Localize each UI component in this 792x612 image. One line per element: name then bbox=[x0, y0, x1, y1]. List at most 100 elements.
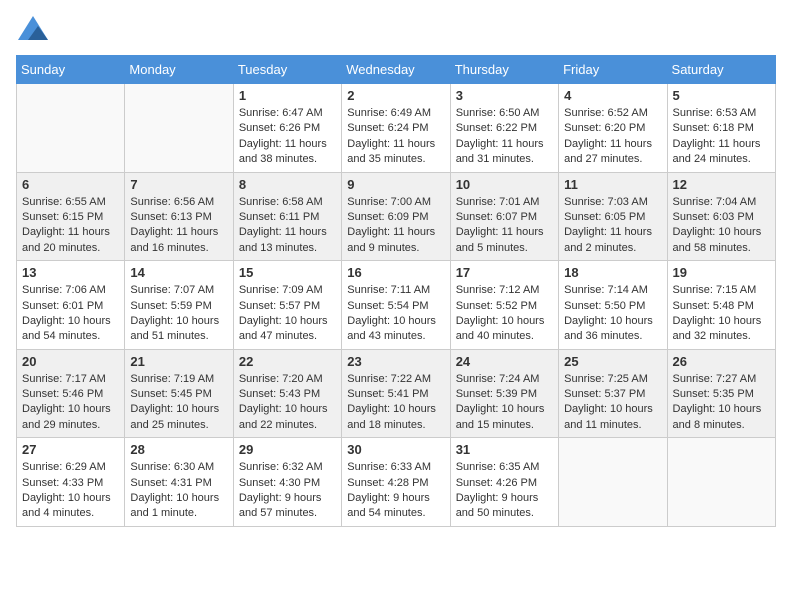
calendar-week-row: 6Sunrise: 6:55 AMSunset: 6:15 PMDaylight… bbox=[17, 172, 776, 261]
cell-info: Sunrise: 6:33 AMSunset: 4:28 PMDaylight:… bbox=[347, 460, 444, 522]
day-number: 21 bbox=[130, 354, 227, 369]
calendar-cell: 16 Sunrise: 7:11 AMSunset: 5:54 PMDayligh… bbox=[342, 261, 450, 350]
calendar-cell: 25 Sunrise: 7:25 AMSunset: 5:37 PMDayligh… bbox=[559, 349, 667, 438]
cell-info: Sunrise: 7:17 AMSunset: 5:46 PMDaylight:… bbox=[22, 372, 119, 434]
day-number: 17 bbox=[456, 265, 553, 280]
day-number: 9 bbox=[347, 177, 444, 192]
day-header-monday: Monday bbox=[125, 56, 233, 84]
calendar-cell: 27 Sunrise: 6:29 AMSunset: 4:33 PMDayligh… bbox=[17, 438, 125, 527]
calendar-cell: 9 Sunrise: 7:00 AMSunset: 6:09 PMDaylight… bbox=[342, 172, 450, 261]
calendar-cell: 8 Sunrise: 6:58 AMSunset: 6:11 PMDaylight… bbox=[233, 172, 341, 261]
cell-info: Sunrise: 7:27 AMSunset: 5:35 PMDaylight:… bbox=[673, 372, 770, 434]
cell-info: Sunrise: 6:29 AMSunset: 4:33 PMDaylight:… bbox=[22, 460, 119, 522]
calendar-cell: 26 Sunrise: 7:27 AMSunset: 5:35 PMDayligh… bbox=[667, 349, 775, 438]
cell-info: Sunrise: 7:06 AMSunset: 6:01 PMDaylight:… bbox=[22, 283, 119, 345]
day-number: 1 bbox=[239, 88, 336, 103]
calendar-cell: 20 Sunrise: 7:17 AMSunset: 5:46 PMDayligh… bbox=[17, 349, 125, 438]
day-header-saturday: Saturday bbox=[667, 56, 775, 84]
day-header-wednesday: Wednesday bbox=[342, 56, 450, 84]
day-number: 4 bbox=[564, 88, 661, 103]
day-number: 16 bbox=[347, 265, 444, 280]
day-number: 22 bbox=[239, 354, 336, 369]
calendar-cell: 28 Sunrise: 6:30 AMSunset: 4:31 PMDayligh… bbox=[125, 438, 233, 527]
day-number: 7 bbox=[130, 177, 227, 192]
calendar-cell: 10 Sunrise: 7:01 AMSunset: 6:07 PMDayligh… bbox=[450, 172, 558, 261]
calendar-header-row: SundayMondayTuesdayWednesdayThursdayFrid… bbox=[17, 56, 776, 84]
calendar-cell: 15 Sunrise: 7:09 AMSunset: 5:57 PMDayligh… bbox=[233, 261, 341, 350]
logo bbox=[16, 16, 48, 45]
logo-icon bbox=[18, 16, 48, 40]
cell-info: Sunrise: 7:25 AMSunset: 5:37 PMDaylight:… bbox=[564, 372, 661, 434]
calendar-cell: 2Sunrise: 6:49 AMSunset: 6:24 PMDaylight… bbox=[342, 84, 450, 173]
day-number: 31 bbox=[456, 442, 553, 457]
cell-info: Sunrise: 6:56 AMSunset: 6:13 PMDaylight:… bbox=[130, 195, 227, 257]
calendar-week-row: 20 Sunrise: 7:17 AMSunset: 5:46 PMDayligh… bbox=[17, 349, 776, 438]
calendar-cell: 24 Sunrise: 7:24 AMSunset: 5:39 PMDayligh… bbox=[450, 349, 558, 438]
calendar-cell: 17 Sunrise: 7:12 AMSunset: 5:52 PMDayligh… bbox=[450, 261, 558, 350]
cell-info: Sunrise: 7:24 AMSunset: 5:39 PMDaylight:… bbox=[456, 372, 553, 434]
calendar-cell: 31 Sunrise: 6:35 AMSunset: 4:26 PMDayligh… bbox=[450, 438, 558, 527]
day-number: 26 bbox=[673, 354, 770, 369]
calendar-cell: 29Sunrise: 6:32 AMSunset: 4:30 PMDayligh… bbox=[233, 438, 341, 527]
day-number: 12 bbox=[673, 177, 770, 192]
cell-info: Sunrise: 7:14 AMSunset: 5:50 PMDaylight:… bbox=[564, 283, 661, 345]
page-header bbox=[16, 16, 776, 45]
calendar-cell: 4 Sunrise: 6:52 AMSunset: 6:20 PMDaylight… bbox=[559, 84, 667, 173]
cell-info: Sunrise: 7:00 AMSunset: 6:09 PMDaylight:… bbox=[347, 195, 444, 257]
day-number: 8 bbox=[239, 177, 336, 192]
calendar-cell: 5Sunrise: 6:53 AMSunset: 6:18 PMDaylight… bbox=[667, 84, 775, 173]
calendar-cell: 13 Sunrise: 7:06 AMSunset: 6:01 PMDayligh… bbox=[17, 261, 125, 350]
day-number: 5 bbox=[673, 88, 770, 103]
day-number: 18 bbox=[564, 265, 661, 280]
day-number: 23 bbox=[347, 354, 444, 369]
day-number: 25 bbox=[564, 354, 661, 369]
cell-info: Sunrise: 7:15 AMSunset: 5:48 PMDaylight:… bbox=[673, 283, 770, 345]
calendar-cell: 18 Sunrise: 7:14 AMSunset: 5:50 PMDayligh… bbox=[559, 261, 667, 350]
day-number: 13 bbox=[22, 265, 119, 280]
calendar-cell: 21 Sunrise: 7:19 AMSunset: 5:45 PMDayligh… bbox=[125, 349, 233, 438]
cell-info: Sunrise: 7:01 AMSunset: 6:07 PMDaylight:… bbox=[456, 195, 553, 257]
calendar-cell: 22 Sunrise: 7:20 AMSunset: 5:43 PMDayligh… bbox=[233, 349, 341, 438]
calendar-cell bbox=[17, 84, 125, 173]
calendar-cell: 14 Sunrise: 7:07 AMSunset: 5:59 PMDayligh… bbox=[125, 261, 233, 350]
day-number: 28 bbox=[130, 442, 227, 457]
cell-info: Sunrise: 7:20 AMSunset: 5:43 PMDaylight:… bbox=[239, 372, 336, 434]
calendar-cell: 11 Sunrise: 7:03 AMSunset: 6:05 PMDayligh… bbox=[559, 172, 667, 261]
cell-info: Sunrise: 6:30 AMSunset: 4:31 PMDaylight:… bbox=[130, 460, 227, 522]
calendar-cell bbox=[667, 438, 775, 527]
cell-info: Sunrise: 7:22 AMSunset: 5:41 PMDaylight:… bbox=[347, 372, 444, 434]
day-number: 11 bbox=[564, 177, 661, 192]
calendar-cell bbox=[125, 84, 233, 173]
calendar-week-row: 1 Sunrise: 6:47 AMSunset: 6:26 PMDaylight… bbox=[17, 84, 776, 173]
day-number: 20 bbox=[22, 354, 119, 369]
day-number: 24 bbox=[456, 354, 553, 369]
cell-info: Sunrise: 7:09 AMSunset: 5:57 PMDaylight:… bbox=[239, 283, 336, 345]
day-number: 10 bbox=[456, 177, 553, 192]
calendar-cell: 30Sunrise: 6:33 AMSunset: 4:28 PMDayligh… bbox=[342, 438, 450, 527]
calendar-week-row: 27 Sunrise: 6:29 AMSunset: 4:33 PMDayligh… bbox=[17, 438, 776, 527]
cell-info: Sunrise: 7:11 AMSunset: 5:54 PMDaylight:… bbox=[347, 283, 444, 345]
day-header-tuesday: Tuesday bbox=[233, 56, 341, 84]
cell-info: Sunrise: 7:19 AMSunset: 5:45 PMDaylight:… bbox=[130, 372, 227, 434]
calendar-cell: 6Sunrise: 6:55 AMSunset: 6:15 PMDaylight… bbox=[17, 172, 125, 261]
day-number: 27 bbox=[22, 442, 119, 457]
day-number: 14 bbox=[130, 265, 227, 280]
cell-info: Sunrise: 7:04 AMSunset: 6:03 PMDaylight:… bbox=[673, 195, 770, 257]
cell-info: Sunrise: 6:47 AMSunset: 6:26 PMDaylight:… bbox=[239, 106, 336, 168]
cell-info: Sunrise: 6:58 AMSunset: 6:11 PMDaylight:… bbox=[239, 195, 336, 257]
day-number: 15 bbox=[239, 265, 336, 280]
cell-info: Sunrise: 6:50 AMSunset: 6:22 PMDaylight:… bbox=[456, 106, 553, 168]
day-header-thursday: Thursday bbox=[450, 56, 558, 84]
cell-info: Sunrise: 7:03 AMSunset: 6:05 PMDaylight:… bbox=[564, 195, 661, 257]
calendar-cell: 23 Sunrise: 7:22 AMSunset: 5:41 PMDayligh… bbox=[342, 349, 450, 438]
day-header-sunday: Sunday bbox=[17, 56, 125, 84]
calendar-cell: 12 Sunrise: 7:04 AMSunset: 6:03 PMDayligh… bbox=[667, 172, 775, 261]
calendar-cell bbox=[559, 438, 667, 527]
cell-info: Sunrise: 7:12 AMSunset: 5:52 PMDaylight:… bbox=[456, 283, 553, 345]
calendar-table: SundayMondayTuesdayWednesdayThursdayFrid… bbox=[16, 55, 776, 527]
cell-info: Sunrise: 6:52 AMSunset: 6:20 PMDaylight:… bbox=[564, 106, 661, 168]
cell-info: Sunrise: 7:07 AMSunset: 5:59 PMDaylight:… bbox=[130, 283, 227, 345]
calendar-week-row: 13 Sunrise: 7:06 AMSunset: 6:01 PMDayligh… bbox=[17, 261, 776, 350]
cell-info: Sunrise: 6:35 AMSunset: 4:26 PMDaylight:… bbox=[456, 460, 553, 522]
day-number: 6 bbox=[22, 177, 119, 192]
